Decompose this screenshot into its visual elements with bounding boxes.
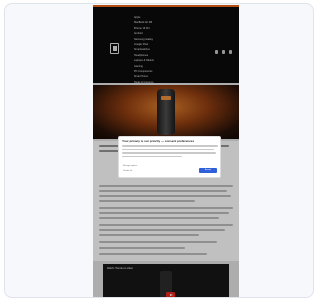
page-screenshot[interactable]: Apple MacBook Air M3 iPhone 16 Pro Andro…: [93, 5, 239, 297]
vendor-list-link[interactable]: Vendor list: [123, 170, 132, 173]
accept-button[interactable]: Accept: [199, 168, 217, 173]
consent-text-line: [122, 155, 182, 158]
consent-dialog: Your privacy is our priority — consent p…: [118, 136, 221, 178]
consent-text-line: [122, 148, 214, 151]
consent-text-line: [122, 152, 216, 154]
consent-text-line: [122, 145, 218, 147]
manage-options-link[interactable]: Manage options: [123, 165, 137, 168]
preview-card: Apple MacBook Air M3 iPhone 16 Pro Andro…: [4, 3, 314, 298]
consent-title: Your privacy is our priority — consent p…: [122, 139, 195, 143]
